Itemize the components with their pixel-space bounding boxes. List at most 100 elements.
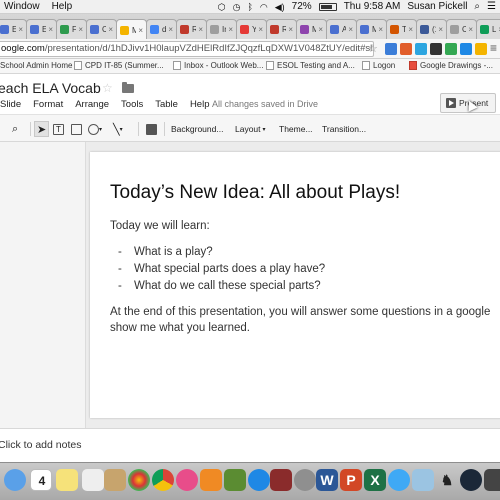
bookmark-item[interactable]: Logon	[362, 61, 395, 70]
extension-icon-6[interactable]	[460, 43, 472, 55]
close-tab-icon[interactable]: ×	[108, 25, 113, 34]
close-tab-icon[interactable]: ×	[198, 25, 203, 34]
browser-tab[interactable]: du×	[146, 19, 177, 39]
browser-tab[interactable]: Yo×	[236, 19, 267, 39]
browser-tab[interactable]: ES×	[26, 19, 57, 39]
menu-table[interactable]: Table	[155, 99, 178, 110]
calendar-icon[interactable]: 4	[30, 469, 52, 491]
extension-icon-2[interactable]	[400, 43, 412, 55]
reminders-icon[interactable]	[82, 469, 104, 491]
bullet-list[interactable]: - What is a play? - What special parts doe…	[118, 246, 325, 297]
browser-tab[interactable]: Le×	[476, 19, 500, 39]
timemachine-icon[interactable]: ◷	[233, 1, 241, 13]
minecraft-icon[interactable]	[224, 469, 246, 491]
extension-icon-4[interactable]	[430, 43, 442, 55]
wifi-icon[interactable]: ◠	[260, 1, 268, 13]
slide-title[interactable]: Today’s New Idea: All about Plays!	[110, 182, 400, 204]
browser-tab[interactable]: Te×	[386, 19, 417, 39]
menu-window[interactable]: Window	[0, 1, 48, 13]
close-tab-icon[interactable]: ×	[48, 25, 53, 34]
extension-icon-3[interactable]	[415, 43, 427, 55]
finder-icon[interactable]	[4, 469, 26, 491]
shape-tool-icon[interactable]: ▾	[88, 122, 102, 136]
zoom-icon[interactable]: ⌕	[12, 122, 18, 136]
close-tab-icon[interactable]: ×	[18, 25, 23, 34]
browser-tab[interactable]: Ini×	[206, 19, 237, 39]
close-tab-icon[interactable]: ×	[168, 25, 173, 34]
battery-icon[interactable]	[318, 3, 337, 11]
notes-app-icon[interactable]	[56, 469, 78, 491]
photos-icon[interactable]	[128, 469, 150, 491]
browser-tab[interactable]: Fli×	[56, 19, 87, 39]
bookmark-star-icon[interactable]: ☆	[368, 42, 378, 55]
browser-tab[interactable]: Ac×	[326, 19, 357, 39]
browser-tab[interactable]: Re×	[176, 19, 207, 39]
textbox-tool-icon[interactable]: T	[53, 122, 64, 136]
close-tab-icon[interactable]: ×	[318, 25, 323, 34]
safari-icon[interactable]	[388, 469, 410, 491]
goat-icon[interactable]: ♞	[436, 469, 458, 491]
close-tab-icon[interactable]: ×	[348, 25, 353, 34]
ibooks-icon[interactable]	[200, 469, 222, 491]
theme-button[interactable]: Theme...	[279, 122, 313, 136]
image-tool-icon[interactable]	[71, 122, 82, 136]
close-tab-icon[interactable]: ×	[228, 25, 233, 34]
browser-tab[interactable]: Mi×	[296, 19, 327, 39]
browser-tab[interactable]: ED×	[0, 19, 27, 39]
system-preferences-icon[interactable]	[294, 469, 316, 491]
slide-closing-text[interactable]: At the end of this presentation, you wil…	[110, 304, 490, 336]
browser-tab[interactable]: (1×	[416, 19, 447, 39]
spotlight-icon[interactable]: ⌕	[474, 1, 480, 13]
close-tab-icon[interactable]: ×	[468, 25, 473, 34]
volume-icon[interactable]: ◀)	[275, 1, 285, 13]
browser-tab[interactable]: Mi×	[116, 19, 147, 40]
menu-tools[interactable]: Tools	[121, 99, 143, 110]
menu-format[interactable]: Format	[33, 99, 63, 110]
transition-button[interactable]: Transition...	[322, 122, 366, 136]
speaker-notes[interactable]: Click to add notes	[0, 428, 500, 462]
slide-canvas[interactable]: Today’s New Idea: All about Plays! Today…	[90, 152, 500, 418]
bluetooth-icon[interactable]: ᛒ	[247, 1, 252, 13]
close-tab-icon[interactable]: ×	[408, 25, 413, 34]
photo-booth-icon[interactable]	[270, 469, 292, 491]
powerpoint-icon[interactable]: P	[340, 469, 362, 491]
word-icon[interactable]: W	[316, 469, 338, 491]
bookmark-item[interactable]: Inbox - Outlook Web...	[173, 61, 263, 70]
itunes-icon[interactable]	[176, 469, 198, 491]
document-title[interactable]: each ELA Vocab	[0, 80, 101, 96]
browser-tab[interactable]: Re×	[266, 19, 297, 39]
app-store-icon[interactable]	[248, 469, 270, 491]
menu-help[interactable]: Help	[190, 99, 210, 110]
url-field[interactable]: oogle.com/presentation/d/1hDJivv1H0laupV…	[0, 41, 374, 57]
menu-arrange[interactable]: Arrange	[75, 99, 109, 110]
dock-app-icon[interactable]	[484, 469, 500, 491]
extension-icon-5[interactable]	[445, 43, 457, 55]
browser-menu-icon[interactable]: ≡	[490, 41, 497, 55]
browser-tab[interactable]: Mi×	[356, 19, 387, 39]
extension-icon-7[interactable]	[475, 43, 487, 55]
close-tab-icon[interactable]: ×	[438, 25, 443, 34]
browser-tab[interactable]: Cr×	[86, 19, 117, 39]
close-tab-icon[interactable]: ×	[138, 26, 143, 35]
layout-button[interactable]: Layout ▾	[235, 122, 266, 136]
extension-icon-1[interactable]	[385, 43, 397, 55]
preview-icon[interactable]	[412, 469, 434, 491]
user-name[interactable]: Susan Pickell	[407, 1, 467, 13]
star-icon[interactable]: ☆	[102, 81, 113, 95]
contacts-icon[interactable]	[104, 469, 126, 491]
menu-slide[interactable]: Slide	[0, 99, 21, 110]
chrome-icon[interactable]	[152, 469, 174, 491]
bookmark-item[interactable]: ESOL Testing and A...	[266, 61, 355, 70]
bookmark-item[interactable]: School Admin Home	[0, 61, 72, 70]
folder-icon[interactable]	[122, 82, 134, 93]
excel-icon[interactable]: X	[364, 469, 386, 491]
line-tool-icon[interactable]: ╲ ▾	[113, 122, 123, 136]
slide-filmstrip[interactable]	[0, 142, 86, 428]
close-tab-icon[interactable]: ×	[288, 25, 293, 34]
comment-icon[interactable]	[146, 122, 157, 136]
select-tool-icon[interactable]: ➤	[34, 121, 50, 137]
dropbox-icon[interactable]: ⬡	[218, 1, 226, 13]
clock[interactable]: Thu 9:58 AM	[344, 1, 401, 13]
notification-center-icon[interactable]: ☰	[487, 1, 496, 13]
close-tab-icon[interactable]: ×	[378, 25, 383, 34]
